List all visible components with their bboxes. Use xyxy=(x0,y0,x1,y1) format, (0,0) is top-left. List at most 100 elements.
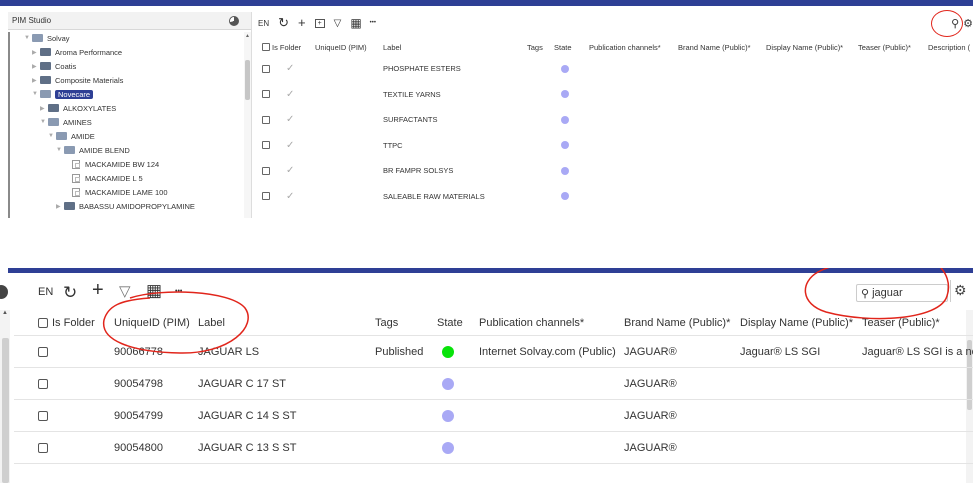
tree-node-label[interactable]: Novecare xyxy=(55,89,94,99)
expand-right-icon[interactable]: ▶ xyxy=(32,49,40,56)
filter-icon[interactable]: ▽ xyxy=(119,282,131,300)
language-selector[interactable]: EN xyxy=(258,19,269,28)
expand-right-icon[interactable]: ▶ xyxy=(40,105,48,112)
expand-down-icon[interactable]: ▼ xyxy=(32,91,40,97)
table-row[interactable]: 90054798 JAGUAR C 17 ST JAGUAR® xyxy=(14,368,973,400)
col-is-folder[interactable]: Is Folder xyxy=(52,317,95,329)
tree-scrollbar[interactable]: ▲ xyxy=(244,32,251,218)
col-state[interactable]: State xyxy=(437,317,463,329)
refresh-icon[interactable]: ↻ xyxy=(278,16,289,29)
table-row[interactable]: ✓ SALEABLE RAW MATERIALS xyxy=(258,184,973,210)
col-tags[interactable]: Tags xyxy=(375,317,398,329)
tree-node-label[interactable]: MACKAMIDE LAME 100 xyxy=(85,188,168,197)
gear-icon[interactable]: ⚙ xyxy=(963,17,973,30)
search-value[interactable]: jaguar xyxy=(872,287,903,299)
refresh-icon[interactable]: ↻ xyxy=(63,283,77,303)
tree-node-label[interactable]: Solvay xyxy=(47,34,70,43)
tree-node[interactable]: ▼ Solvay xyxy=(24,32,70,44)
tree-node[interactable]: ▶ ALKOXYLATES xyxy=(40,102,116,114)
tree-node[interactable]: ▼ AMINES xyxy=(40,116,92,128)
tree-node[interactable]: ▼ AMIDE BLEND xyxy=(56,144,130,156)
col-display-name[interactable]: Display Name (Public)* xyxy=(766,43,843,52)
grid-icon[interactable]: ▦ xyxy=(146,281,162,301)
tree-node-label[interactable]: Composite Materials xyxy=(55,76,123,85)
grid-icon[interactable]: ▦ xyxy=(350,16,361,30)
tree-node[interactable]: MACKAMIDE BW 124 xyxy=(64,158,159,170)
row-checkbox[interactable] xyxy=(262,90,270,99)
col-display-name[interactable]: Display Name (Public)* xyxy=(740,317,853,329)
tree-node-label[interactable]: AMINES xyxy=(63,118,92,127)
tree-node[interactable]: ▼ Novecare xyxy=(32,88,94,100)
search-input[interactable]: ⚲ jaguar xyxy=(856,284,948,302)
tree-node[interactable]: ▶ Coatis xyxy=(32,60,76,72)
col-publication-channels[interactable]: Publication channels* xyxy=(589,43,661,52)
col-description[interactable]: Description ( xyxy=(928,43,970,52)
tree-node[interactable]: ▶ Aroma Performance xyxy=(32,46,122,58)
tree-node[interactable]: ▶ Composite Materials xyxy=(32,74,123,86)
col-brand-name[interactable]: Brand Name (Public)* xyxy=(624,317,730,329)
scroll-thumb[interactable] xyxy=(2,338,9,483)
col-teaser[interactable]: Teaser (Public)* xyxy=(862,317,940,329)
table-row[interactable]: ✓ TTPC xyxy=(258,133,973,159)
tree-node-label[interactable]: ALKOXYLATES xyxy=(63,104,116,113)
col-label[interactable]: Label xyxy=(198,317,225,329)
pie-chart-icon[interactable] xyxy=(0,285,8,299)
plus-icon[interactable]: + xyxy=(92,279,104,302)
more-menu[interactable]: ••• xyxy=(370,20,376,26)
row-checkbox[interactable] xyxy=(38,346,48,357)
row-checkbox[interactable] xyxy=(262,141,270,150)
col-state[interactable]: State xyxy=(554,43,572,52)
row-checkbox[interactable] xyxy=(262,166,270,175)
scroll-thumb[interactable] xyxy=(245,60,250,100)
expand-right-icon[interactable]: ▶ xyxy=(56,203,64,210)
select-all-checkbox[interactable] xyxy=(262,43,270,51)
pie-chart-icon[interactable] xyxy=(229,15,239,26)
table-row[interactable]: 90054799 JAGUAR C 14 S ST JAGUAR® xyxy=(14,400,973,432)
tree-node-label[interactable]: Coatis xyxy=(55,62,76,71)
tree-node-label[interactable]: AMIDE BLEND xyxy=(79,146,130,155)
col-tags[interactable]: Tags xyxy=(527,43,543,52)
tree-node-label[interactable]: MACKAMIDE L 5 xyxy=(85,174,143,183)
gear-icon[interactable]: ⚙ xyxy=(954,282,967,299)
tree-node-label[interactable]: Aroma Performance xyxy=(55,48,122,57)
col-is-folder[interactable]: Is Folder xyxy=(272,43,301,52)
col-uniqueid[interactable]: UniqueID (PIM) xyxy=(315,43,367,52)
tree-node[interactable]: MACKAMIDE L 5 xyxy=(64,172,143,184)
tree-node[interactable]: ▼ AMIDE xyxy=(48,130,95,142)
more-menu[interactable]: ••• xyxy=(175,288,182,295)
col-publication-channels[interactable]: Publication channels* xyxy=(479,317,584,329)
row-checkbox[interactable] xyxy=(38,378,48,389)
expand-right-icon[interactable]: ▶ xyxy=(32,77,40,84)
tree-node-label[interactable]: BABASSU AMIDOPROPYLAMINE xyxy=(79,202,195,211)
expand-down-icon[interactable]: ▼ xyxy=(48,133,56,139)
tree-node-label[interactable]: MACKAMIDE BW 124 xyxy=(85,160,159,169)
table-row[interactable]: ✓ TEXTILE YARNS xyxy=(258,82,973,108)
table-row[interactable]: ✓ BR FAMPR SOLSYS xyxy=(258,158,973,184)
left-scrollbar[interactable]: ▲ xyxy=(0,310,10,483)
col-teaser[interactable]: Teaser (Public)* xyxy=(858,43,911,52)
tree-node[interactable]: ▶ BABASSU AMIDOPROPYLAMINE xyxy=(56,200,195,212)
row-checkbox[interactable] xyxy=(262,115,270,124)
scroll-up-icon[interactable]: ▲ xyxy=(2,310,8,316)
scroll-up-icon[interactable]: ▲ xyxy=(245,33,250,39)
table-row[interactable]: ✓ SURFACTANTS xyxy=(258,107,973,133)
plus-icon[interactable]: + xyxy=(298,16,306,29)
row-checkbox[interactable] xyxy=(262,64,270,73)
filter-icon[interactable]: ▽ xyxy=(334,18,342,29)
row-checkbox[interactable] xyxy=(38,442,48,453)
expand-down-icon[interactable]: ▼ xyxy=(56,147,64,153)
row-checkbox[interactable] xyxy=(262,192,270,201)
tree-node-label[interactable]: AMIDE xyxy=(71,132,95,141)
tree-node[interactable]: MACKAMIDE LAME 100 xyxy=(64,186,168,198)
select-all-checkbox[interactable] xyxy=(38,317,48,328)
expand-down-icon[interactable]: ▼ xyxy=(24,35,32,41)
table-row[interactable]: 90054800 JAGUAR C 13 S ST JAGUAR® xyxy=(14,432,973,464)
col-brand-name[interactable]: Brand Name (Public)* xyxy=(678,43,751,52)
table-row[interactable]: ✓ PHOSPHATE ESTERS xyxy=(258,56,973,82)
expand-down-icon[interactable]: ▼ xyxy=(40,119,48,125)
col-label[interactable]: Label xyxy=(383,43,401,52)
expand-right-icon[interactable]: ▶ xyxy=(32,63,40,70)
language-selector[interactable]: EN xyxy=(38,286,53,298)
col-uniqueid[interactable]: UniqueID (PIM) xyxy=(114,317,190,329)
row-checkbox[interactable] xyxy=(38,410,48,421)
